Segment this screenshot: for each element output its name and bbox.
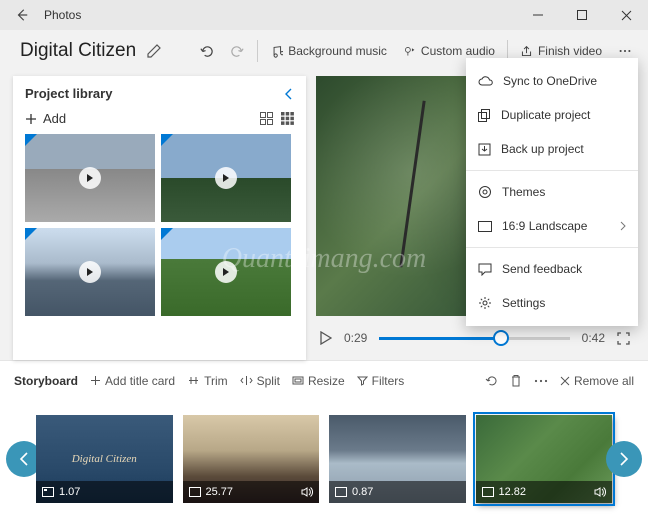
share-icon xyxy=(520,45,533,58)
chevron-right-icon xyxy=(620,221,626,231)
storyboard-clip[interactable]: 25.77 xyxy=(183,415,320,503)
project-title: Digital Citizen xyxy=(20,40,136,62)
storyboard-title: Storyboard xyxy=(14,374,78,388)
split-button[interactable]: Split xyxy=(240,374,280,388)
menu-duplicate[interactable]: Duplicate project xyxy=(466,98,638,132)
minimize-button[interactable] xyxy=(516,0,560,30)
music-icon xyxy=(270,45,283,58)
cloud-icon xyxy=(478,75,493,87)
more-menu: Sync to OneDrive Duplicate project Back … xyxy=(466,58,638,326)
speaker-icon xyxy=(301,487,313,497)
menu-settings[interactable]: Settings xyxy=(466,286,638,320)
window-title: Photos xyxy=(44,8,516,22)
edit-title-icon[interactable] xyxy=(146,43,162,59)
duplicate-icon xyxy=(478,109,491,122)
scroll-right-button[interactable] xyxy=(606,441,642,477)
project-library-panel: Project library Add xyxy=(13,76,306,360)
menu-backup[interactable]: Back up project xyxy=(466,132,638,166)
play-icon xyxy=(79,261,101,283)
library-thumb[interactable] xyxy=(25,134,155,222)
remove-all-button[interactable]: Remove all xyxy=(560,374,634,388)
close-button[interactable] xyxy=(604,0,648,30)
trim-button[interactable]: Trim xyxy=(187,374,228,388)
seek-slider[interactable] xyxy=(379,337,569,340)
fullscreen-button[interactable] xyxy=(617,332,630,345)
menu-themes[interactable]: Themes xyxy=(466,175,638,209)
more-clip-button[interactable] xyxy=(534,379,548,383)
rotate-button[interactable] xyxy=(485,374,498,387)
clip-icon xyxy=(482,487,494,497)
clip-icon xyxy=(189,487,201,497)
gear-icon xyxy=(478,296,492,310)
menu-sync-onedrive[interactable]: Sync to OneDrive xyxy=(466,64,638,98)
menu-feedback[interactable]: Send feedback xyxy=(466,252,638,286)
current-time: 0:29 xyxy=(344,331,367,345)
resize-button[interactable]: Resize xyxy=(292,374,345,388)
storyboard-clip[interactable]: 0.87 xyxy=(329,415,466,503)
storyboard-clip[interactable]: 12.82 xyxy=(476,415,613,503)
title-card-icon xyxy=(42,487,54,497)
themes-icon xyxy=(478,185,492,199)
play-button[interactable] xyxy=(320,331,332,345)
library-thumb[interactable] xyxy=(161,134,291,222)
play-icon xyxy=(79,167,101,189)
play-icon xyxy=(215,261,237,283)
grid-large-icon[interactable] xyxy=(260,112,273,125)
add-title-card-button[interactable]: Add title card xyxy=(90,374,175,388)
total-time: 0:42 xyxy=(582,331,605,345)
clip-icon xyxy=(335,487,347,497)
undo-button[interactable] xyxy=(191,35,222,67)
back-button[interactable] xyxy=(0,0,44,30)
library-thumb[interactable] xyxy=(25,228,155,316)
storyboard-clip[interactable]: Digital Citizen 1.07 xyxy=(36,415,173,503)
feedback-icon xyxy=(478,263,492,276)
library-thumb[interactable] xyxy=(161,228,291,316)
grid-small-icon[interactable] xyxy=(281,112,294,125)
backup-icon xyxy=(478,143,491,156)
filters-button[interactable]: Filters xyxy=(357,374,405,388)
aspect-icon xyxy=(478,221,492,232)
audio-icon xyxy=(403,45,416,58)
add-media-button[interactable]: Add xyxy=(25,111,66,126)
background-music-button[interactable]: Background music xyxy=(262,35,395,67)
collapse-library-icon[interactable] xyxy=(284,88,294,100)
speaker-icon xyxy=(594,487,606,497)
play-icon xyxy=(215,167,237,189)
menu-aspect[interactable]: 16:9 Landscape xyxy=(466,209,638,243)
library-title: Project library xyxy=(25,86,112,101)
redo-button[interactable] xyxy=(222,35,253,67)
maximize-button[interactable] xyxy=(560,0,604,30)
delete-button[interactable] xyxy=(510,374,522,387)
